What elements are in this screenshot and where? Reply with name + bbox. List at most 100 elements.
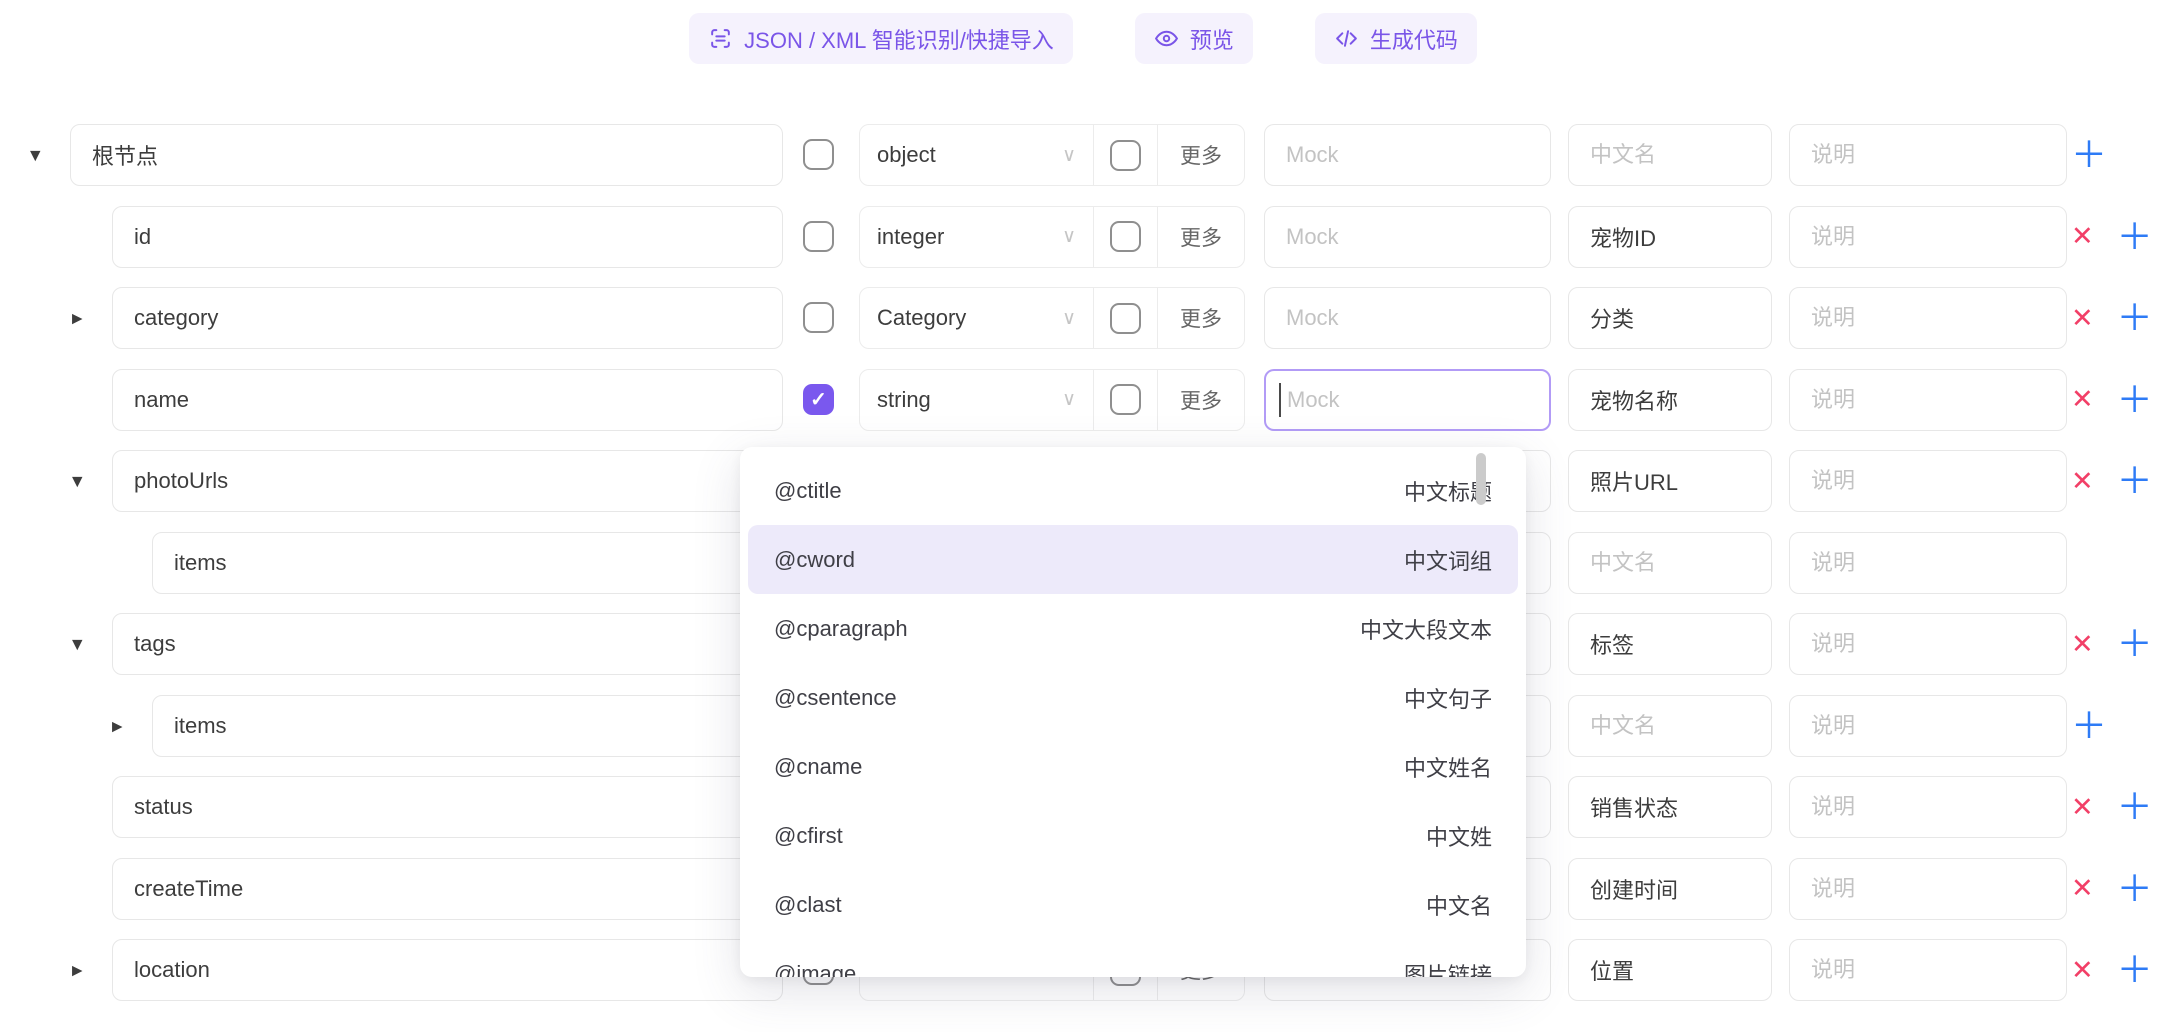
field-name-input[interactable]	[112, 613, 783, 675]
secondary-checkbox[interactable]	[1110, 384, 1141, 415]
mock-option[interactable]: @clast 中文名	[740, 870, 1526, 939]
chinese-name-input[interactable]	[1568, 532, 1772, 594]
add-row-button[interactable]: ＋	[2117, 871, 2153, 907]
chinese-name-input[interactable]	[1568, 450, 1772, 512]
preview-button[interactable]: 预览	[1135, 13, 1253, 64]
more-button[interactable]: 更多	[1158, 125, 1244, 185]
delete-row-button[interactable]: ✕	[2071, 875, 2094, 902]
delete-row-button[interactable]: ✕	[2071, 386, 2094, 413]
description-input[interactable]	[1789, 613, 2067, 675]
chinese-name-input[interactable]	[1568, 613, 1772, 675]
delete-row-button[interactable]: ✕	[2071, 305, 2094, 332]
type-select[interactable]: object ∨	[860, 125, 1094, 185]
tree-caret-icon[interactable]: ▸	[72, 960, 83, 981]
add-row-button[interactable]: ＋	[2117, 382, 2153, 418]
json-xml-import-button[interactable]: JSON / XML 智能识别/快捷导入	[689, 13, 1073, 64]
required-checkbox[interactable]: ✓	[803, 384, 834, 415]
mock-input[interactable]	[1264, 287, 1551, 349]
add-row-button[interactable]: ＋	[2117, 219, 2153, 255]
description-input[interactable]	[1789, 532, 2067, 594]
mock-option[interactable]: @cname 中文姓名	[740, 732, 1526, 801]
description-input[interactable]	[1789, 695, 2067, 757]
delete-row-button[interactable]: ✕	[2071, 957, 2094, 984]
chevron-down-icon: ∨	[1062, 225, 1076, 248]
field-name-input[interactable]	[112, 287, 783, 349]
delete-row-button[interactable]: ✕	[2071, 794, 2094, 821]
row-actions: ✕ ＋	[2071, 613, 2153, 675]
add-row-button[interactable]: ＋	[2117, 463, 2153, 499]
type-select[interactable]: Category ∨	[860, 288, 1094, 348]
chinese-name-input[interactable]	[1568, 858, 1772, 920]
add-row-button[interactable]: ＋	[2117, 952, 2153, 988]
field-name-input[interactable]	[112, 776, 783, 838]
field-name-input[interactable]	[152, 695, 783, 757]
chinese-name-input[interactable]	[1568, 939, 1772, 1001]
tree-caret-icon[interactable]: ▸	[112, 715, 123, 736]
tree-caret-icon[interactable]: ▾	[72, 471, 83, 492]
field-name-input[interactable]	[112, 939, 783, 1001]
chinese-name-input[interactable]	[1568, 206, 1772, 268]
tree-caret-icon[interactable]: ▾	[30, 145, 41, 166]
add-row-button[interactable]: ＋	[2117, 626, 2153, 662]
field-name-input[interactable]	[112, 369, 783, 431]
field-name-input[interactable]	[112, 858, 783, 920]
toolbar: JSON / XML 智能识别/快捷导入 预览 生成代码	[0, 13, 2166, 64]
tree-caret-icon[interactable]: ▾	[72, 634, 83, 655]
required-checkbox[interactable]	[803, 302, 834, 333]
mock-option[interactable]: @cword 中文词组	[748, 525, 1518, 594]
generate-code-label: 生成代码	[1370, 23, 1458, 55]
type-select[interactable]: integer ∨	[860, 207, 1094, 267]
description-input[interactable]	[1789, 287, 2067, 349]
description-input[interactable]	[1789, 124, 2067, 186]
add-row-button[interactable]: ＋	[2071, 708, 2107, 744]
mock-input[interactable]	[1264, 369, 1551, 431]
chinese-name-input[interactable]	[1568, 287, 1772, 349]
secondary-checkbox[interactable]	[1110, 140, 1141, 171]
chinese-name-input[interactable]	[1568, 124, 1772, 186]
description-input[interactable]	[1789, 858, 2067, 920]
field-name-input[interactable]	[152, 532, 783, 594]
mock-option[interactable]: @ctitle 中文标题	[740, 456, 1526, 525]
chinese-name-input[interactable]	[1568, 369, 1772, 431]
description-input[interactable]	[1789, 939, 2067, 1001]
preview-label: 预览	[1190, 23, 1234, 55]
schema-row: ▸ Category ∨ 更多 ✕ ＋	[0, 287, 2166, 349]
chinese-name-input[interactable]	[1568, 695, 1772, 757]
row-actions: ✕ ＋	[2071, 287, 2153, 349]
more-button[interactable]: 更多	[1158, 370, 1244, 430]
delete-row-button[interactable]: ✕	[2071, 468, 2094, 495]
more-button[interactable]: 更多	[1158, 207, 1244, 267]
mock-option[interactable]: @cfirst 中文姓	[740, 801, 1526, 870]
secondary-checkbox[interactable]	[1110, 221, 1141, 252]
mock-option[interactable]: @cparagraph 中文大段文本	[740, 594, 1526, 663]
description-input[interactable]	[1789, 206, 2067, 268]
chevron-down-icon: ∨	[1062, 144, 1076, 167]
description-input[interactable]	[1789, 450, 2067, 512]
chinese-name-input[interactable]	[1568, 776, 1772, 838]
field-name-input[interactable]	[112, 450, 783, 512]
field-name-input[interactable]	[70, 124, 783, 186]
type-value: Category	[877, 305, 966, 331]
more-button[interactable]: 更多	[1158, 288, 1244, 348]
tree-caret-icon[interactable]: ▸	[72, 308, 83, 329]
add-row-button[interactable]: ＋	[2117, 789, 2153, 825]
description-input[interactable]	[1789, 369, 2067, 431]
description-input[interactable]	[1789, 776, 2067, 838]
mock-suggestions-dropdown: @ctitle 中文标题 @cword 中文词组 @cparagraph 中文大…	[740, 447, 1526, 977]
add-row-button[interactable]: ＋	[2071, 137, 2107, 173]
generate-code-button[interactable]: 生成代码	[1315, 13, 1477, 64]
mock-option[interactable]: @csentence 中文句子	[740, 663, 1526, 732]
mock-input[interactable]	[1264, 124, 1551, 186]
delete-row-button[interactable]: ✕	[2071, 223, 2094, 250]
field-name-input[interactable]	[112, 206, 783, 268]
mock-input[interactable]	[1264, 206, 1551, 268]
type-select[interactable]: string ∨	[860, 370, 1094, 430]
secondary-checkbox[interactable]	[1110, 303, 1141, 334]
add-row-button[interactable]: ＋	[2117, 300, 2153, 336]
scrollbar-thumb[interactable]	[1476, 453, 1486, 505]
required-checkbox[interactable]	[803, 139, 834, 170]
text-cursor	[1279, 383, 1281, 417]
required-checkbox[interactable]	[803, 221, 834, 252]
delete-row-button[interactable]: ✕	[2071, 631, 2094, 658]
mock-option[interactable]: @image 图片链接	[740, 939, 1526, 977]
